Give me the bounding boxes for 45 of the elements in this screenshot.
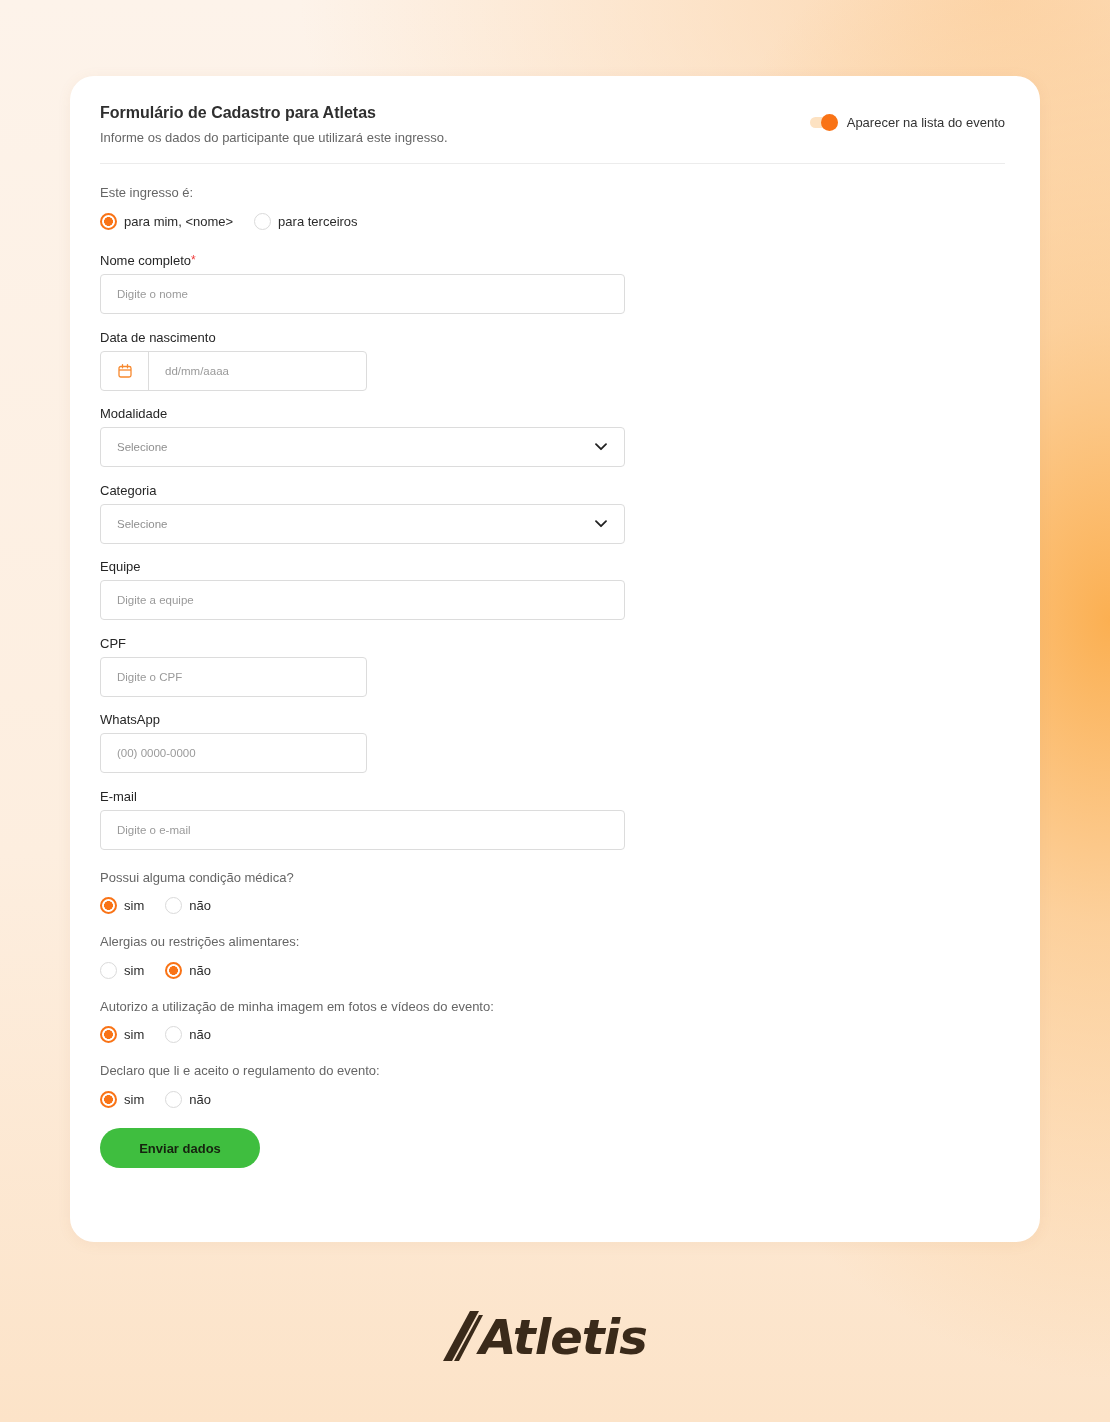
- date-input[interactable]: dd/mm/aaaa: [100, 350, 367, 391]
- select-dropdown[interactable]: Selecione: [100, 427, 625, 467]
- chevron-down-icon: [595, 519, 607, 528]
- text-input[interactable]: Digite o e-mail: [100, 809, 625, 850]
- form-subtitle: Informe os dados do participante que utilizará este ingresso.: [100, 129, 448, 147]
- question-label: Alergias ou restrições alimentares:: [100, 933, 300, 951]
- radio-button[interactable]: [100, 1090, 117, 1108]
- field-label: Modalidade: [100, 406, 168, 421]
- question-label: Este ingresso é:: [100, 184, 194, 202]
- question-label: Declaro que li e aceito o regulamento do evento:: [100, 1062, 380, 1080]
- field-label: WhatsApp: [100, 712, 160, 727]
- field-label: Equipe: [100, 559, 141, 574]
- visibility-toggle[interactable]: [809, 114, 838, 131]
- radio-label: não: [189, 898, 211, 913]
- field-label: Categoria: [100, 482, 157, 498]
- radio-button[interactable]: [100, 897, 117, 914]
- radio-label: não: [189, 1027, 211, 1042]
- radio-label: não: [189, 962, 211, 978]
- field-label: CPF: [100, 635, 126, 651]
- field-label: E-mail: [100, 788, 137, 804]
- form-title: Formulário de Cadastro para Atletas: [100, 103, 377, 123]
- required-mark: *: [191, 253, 196, 267]
- radio-label: para terceiros: [278, 213, 358, 229]
- field-label: Nome completo: [100, 253, 192, 268]
- radio-button[interactable]: [100, 212, 117, 230]
- toggle-label: Aparecer na lista do evento: [846, 115, 1005, 130]
- radio-label: sim: [124, 1091, 145, 1107]
- text-input[interactable]: Digite o CPF: [100, 656, 367, 697]
- radio-label: sim: [124, 962, 145, 978]
- text-input[interactable]: Digite a equipe: [100, 580, 625, 620]
- radio-label: não: [189, 1091, 211, 1107]
- field-label: Data de nascimento: [100, 329, 216, 345]
- question-label: Possui alguma condição médica?: [100, 868, 294, 887]
- radio-label: para mim, <nome>: [124, 213, 234, 229]
- text-input[interactable]: (00) 0000-0000: [100, 733, 367, 773]
- radio-label: sim: [124, 1027, 145, 1042]
- question-label: Autorizo a utilização de minha imagem em fotos e vídeos do evento:: [100, 997, 494, 1016]
- calendar-icon: [117, 363, 132, 378]
- submit-button[interactable]: Enviar dados: [100, 1128, 260, 1168]
- radio-button[interactable]: [100, 1026, 117, 1043]
- chevron-down-icon: [595, 443, 607, 451]
- select-dropdown[interactable]: Selecione: [100, 503, 625, 544]
- radio-button[interactable]: [165, 961, 183, 979]
- text-input[interactable]: Digite o nome: [100, 274, 625, 314]
- radio-label: sim: [124, 898, 145, 913]
